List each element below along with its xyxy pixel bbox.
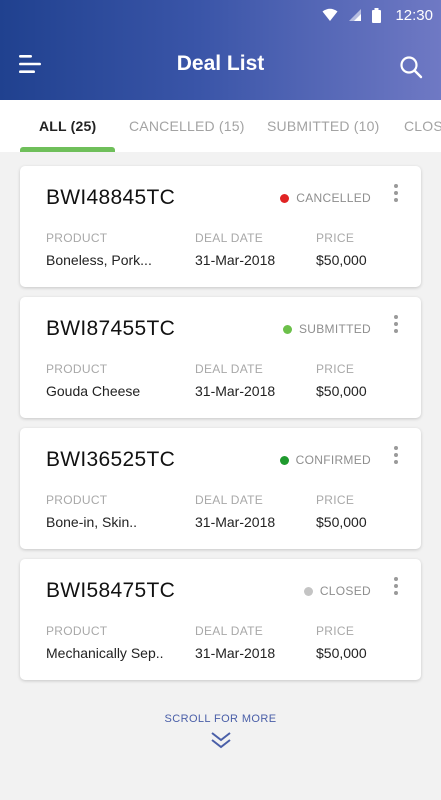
status-badge: SUBMITTED <box>282 322 371 336</box>
product-label: PRODUCT <box>46 624 108 638</box>
more-options-icon[interactable] <box>393 446 399 466</box>
tab-cancelled[interactable]: CANCELLED (15) <box>129 118 245 134</box>
status-dot <box>282 324 292 334</box>
search-icon[interactable] <box>399 55 423 79</box>
status-dot <box>279 455 289 465</box>
status-label: CONFIRMED <box>295 453 371 467</box>
price-value: $50,000 <box>316 252 367 268</box>
price-label: PRICE <box>316 362 355 376</box>
deal-card[interactable]: BWI48845TC CANCELLED PRODUCT DEAL DATE P… <box>20 166 421 287</box>
price-label: PRICE <box>316 231 355 245</box>
tab-bar: ALL (25) CANCELLED (15) SUBMITTED (10) C… <box>0 100 441 152</box>
product-value: Bone-in, Skin.. <box>46 514 138 530</box>
status-dot <box>303 586 313 596</box>
status-dot <box>280 193 290 203</box>
tab-closed[interactable]: CLOS <box>404 118 441 134</box>
deal-date-value: 31-Mar-2018 <box>195 383 276 399</box>
page-title: Deal List <box>176 52 265 75</box>
battery-icon <box>372 7 382 23</box>
product-value: Boneless, Pork... <box>46 252 152 268</box>
price-value: $50,000 <box>316 514 367 530</box>
deal-id: BWI87455TC <box>46 317 176 340</box>
active-tab-indicator <box>20 147 115 152</box>
deal-date-label: DEAL DATE <box>195 493 264 507</box>
deal-id: BWI48845TC <box>46 186 176 209</box>
price-label: PRICE <box>316 624 355 638</box>
status-label: CLOSED <box>319 584 371 598</box>
status-bar: 12:30 <box>322 0 441 30</box>
tab-all[interactable]: ALL (25) <box>39 118 96 134</box>
status-badge: CANCELLED <box>280 191 371 205</box>
product-label: PRODUCT <box>46 362 108 376</box>
deal-card[interactable]: BWI87455TC SUBMITTED PRODUCT DEAL DATE P… <box>20 297 421 418</box>
app-header: 12:30 Deal List <box>0 0 441 100</box>
wifi-icon <box>322 8 338 21</box>
deal-date-value: 31-Mar-2018 <box>195 514 276 530</box>
more-options-icon[interactable] <box>393 184 399 204</box>
status-label: CANCELLED <box>296 191 371 205</box>
deal-date-label: DEAL DATE <box>195 624 264 638</box>
price-value: $50,000 <box>316 383 367 399</box>
deal-date-label: DEAL DATE <box>195 362 264 376</box>
product-label: PRODUCT <box>46 231 108 245</box>
more-options-icon[interactable] <box>393 315 399 335</box>
status-badge: CLOSED <box>303 584 371 598</box>
price-label: PRICE <box>316 493 355 507</box>
double-chevron-down-icon[interactable] <box>210 731 232 749</box>
product-label: PRODUCT <box>46 493 108 507</box>
deal-card[interactable]: BWI58475TC CLOSED PRODUCT DEAL DATE PRIC… <box>20 559 421 680</box>
deal-date-value: 31-Mar-2018 <box>195 252 276 268</box>
status-label: SUBMITTED <box>298 322 371 336</box>
product-value: Mechanically Sep.. <box>46 645 164 661</box>
scroll-for-more-label[interactable]: SCROLL FOR MORE <box>0 713 441 725</box>
deal-date-value: 31-Mar-2018 <box>195 645 276 661</box>
deal-card[interactable]: BWI36525TC CONFIRMED PRODUCT DEAL DATE P… <box>20 428 421 549</box>
tab-submitted[interactable]: SUBMITTED (10) <box>267 118 379 134</box>
signal-icon <box>349 9 362 21</box>
deal-id: BWI58475TC <box>46 579 176 602</box>
deal-date-label: DEAL DATE <box>195 231 264 245</box>
product-value: Gouda Cheese <box>46 383 141 399</box>
price-value: $50,000 <box>316 645 367 661</box>
status-time: 12:30 <box>395 6 433 24</box>
more-options-icon[interactable] <box>393 577 399 597</box>
status-badge: CONFIRMED <box>279 453 371 467</box>
deal-id: BWI36525TC <box>46 448 176 471</box>
